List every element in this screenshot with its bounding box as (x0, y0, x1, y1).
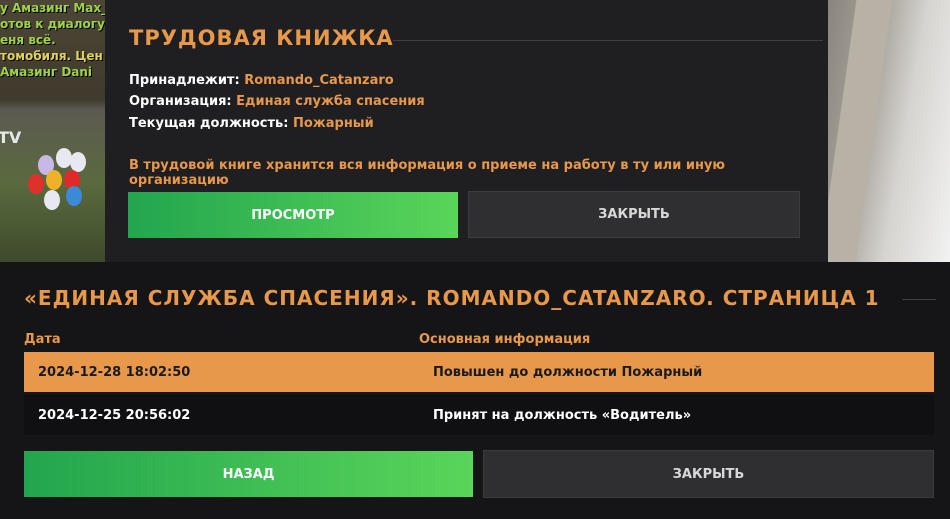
column-header-info: Основная информация (419, 332, 591, 347)
balloon-icon (46, 170, 62, 190)
row-date: 2024-12-25 20:56:02 (38, 407, 191, 423)
organization-value: Единая служба спасения (236, 94, 425, 109)
close-button[interactable]: ЗАКРЫТЬ (468, 191, 800, 238)
chat-line: отов к диалогу (0, 17, 105, 31)
balloon-icon (28, 174, 44, 194)
position-value: Пожарный (293, 116, 374, 131)
chat-log: у Амазинг Max_ отов к диалогу еня всё. т… (0, 0, 105, 80)
position-label: Текущая должность: (129, 116, 289, 131)
back-button[interactable]: НАЗАД (24, 451, 473, 497)
history-close-button[interactable]: ЗАКРЫТЬ (483, 450, 934, 498)
work-book-panel: ТРУДОВАЯ КНИЖКА Принадлежит: Romando_Cat… (105, 0, 828, 262)
table-row[interactable]: 2024-12-25 20:56:02 Принят на должность … (24, 395, 934, 435)
game-background-left: у Амазинг Max_ отов к диалогу еня всё. т… (0, 0, 105, 262)
chat-line: Амазинг Dani (0, 65, 93, 79)
table-row[interactable]: 2024-12-28 18:02:50 Повышен до должности… (24, 352, 934, 392)
game-background-right (819, 0, 950, 262)
history-title: «ЕДИНАЯ СЛУЖБА СПАСЕНИЯ». ROMANDO_CATANZ… (24, 286, 880, 310)
row-date: 2024-12-28 18:02:50 (38, 364, 191, 380)
tv-label: TV (0, 128, 22, 147)
work-book-note: В трудовой книге хранится вся информация… (129, 158, 726, 188)
organization-row: Организация: Единая служба спасения (129, 94, 425, 109)
chat-line: у Амазинг Max_ (0, 1, 105, 15)
work-book-title: ТРУДОВАЯ КНИЖКА (129, 26, 394, 50)
history-panel: «ЕДИНАЯ СЛУЖБА СПАСЕНИЯ». ROMANDO_CATANZ… (0, 262, 950, 519)
owner-label: Принадлежит: (129, 73, 240, 88)
wall-stripe (819, 0, 893, 262)
title-divider (393, 40, 823, 41)
organization-label: Организация: (129, 94, 232, 109)
view-button[interactable]: ПРОСМОТР (128, 192, 458, 238)
balloon-icon (44, 190, 60, 210)
title-divider (902, 299, 936, 300)
owner-row: Принадлежит: Romando_Catanzaro (129, 73, 394, 88)
chat-line: еня всё. (0, 33, 56, 47)
position-row: Текущая должность: Пожарный (129, 116, 374, 131)
row-info: Повышен до должности Пожарный (433, 364, 703, 380)
owner-value: Romando_Catanzaro (244, 73, 394, 88)
chat-line: томобиля. Цен (0, 49, 103, 63)
balloon-icon (70, 152, 86, 172)
balloon-icon (66, 186, 82, 206)
column-header-date: Дата (24, 332, 61, 347)
row-info: Принят на должность «Водитель» (433, 407, 692, 423)
